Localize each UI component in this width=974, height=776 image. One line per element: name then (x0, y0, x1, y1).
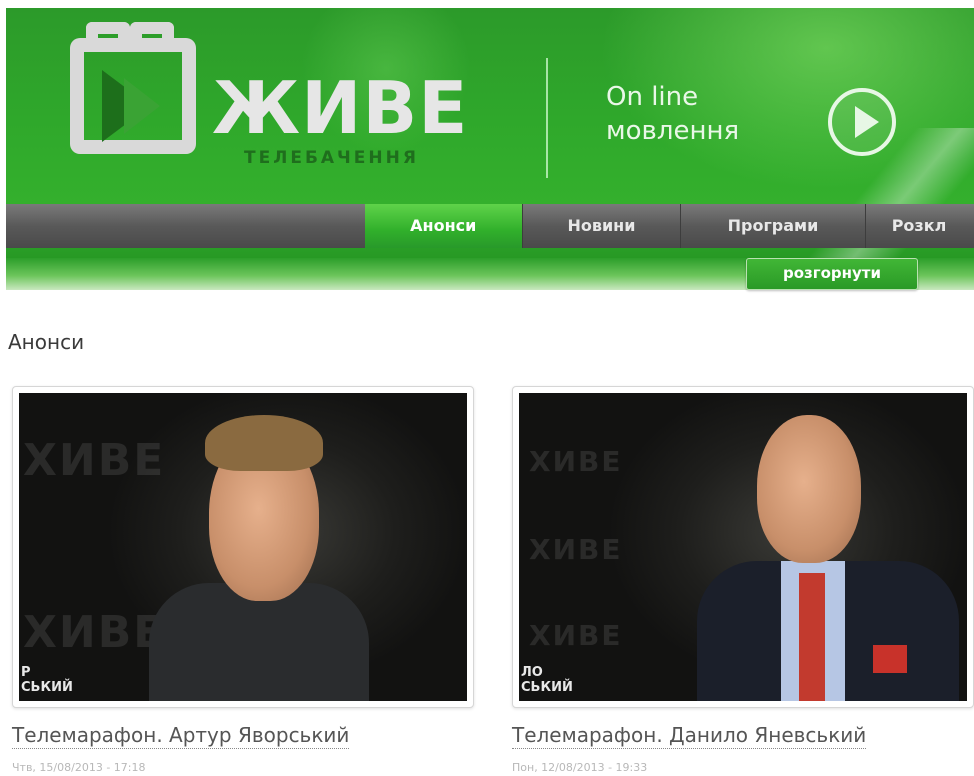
nav-item-news[interactable]: Новини (521, 204, 681, 248)
card-title-link[interactable]: Телемарафон. Данило Яневський (512, 722, 867, 749)
necktie (799, 573, 825, 701)
pocket-square (873, 645, 907, 673)
watermark-text: ХИВЕ (23, 435, 166, 486)
site-header: ЖИВЕ ТЕЛЕБАЧЕННЯ On line мовлення Анонси… (6, 8, 974, 290)
expand-button[interactable]: розгорнути (746, 258, 918, 290)
announcement-card: ХИВЕ ХИВЕ ХИВЕ ЛО СЬКИЙ Телемарафон. Дан… (512, 386, 974, 774)
lower-third-caption: Р СЬКИЙ (21, 665, 73, 695)
online-line1: On line (606, 82, 699, 112)
site-logo[interactable]: ЖИВЕ ТЕЛЕБАЧЕННЯ (66, 22, 486, 168)
lower-third-caption: ЛО СЬКИЙ (521, 665, 573, 695)
watermark-text: ХИВЕ (529, 445, 623, 478)
card-thumbnail: ХИВЕ ХИВЕ Р СЬКИЙ (19, 393, 467, 701)
logo-subtitle: ТЕЛЕБАЧЕННЯ (244, 148, 419, 168)
play-icon (855, 106, 879, 138)
logo-word: ЖИВЕ (212, 66, 469, 150)
nav-item-announcements[interactable]: Анонси (364, 204, 522, 248)
watermark-text: ХИВЕ (529, 533, 623, 566)
person-hair (205, 415, 323, 471)
page-title: Анонси (8, 330, 85, 354)
card-title-link[interactable]: Телемарафон. Артур Яворський (12, 722, 350, 749)
online-line2: мовлення (606, 116, 740, 146)
card-thumbnail: ХИВЕ ХИВЕ ХИВЕ ЛО СЬКИЙ (519, 393, 967, 701)
header-swoosh (794, 128, 974, 278)
card-thumbnail-frame[interactable]: ХИВЕ ХИВЕ ХИВЕ ЛО СЬКИЙ (512, 386, 974, 708)
watermark-text: ХИВЕ (23, 607, 166, 658)
online-broadcast-label[interactable]: On line мовлення (606, 80, 739, 148)
card-date: Чтв, 15/08/2013 - 17:18 (12, 761, 146, 774)
card-thumbnail-frame[interactable]: ХИВЕ ХИВЕ Р СЬКИЙ (12, 386, 474, 708)
watermark-text: ХИВЕ (529, 619, 623, 652)
main-nav: Анонси Новини Програми Розкл (6, 204, 974, 248)
nav-item-schedule[interactable]: Розкл (864, 204, 974, 248)
nav-item-programs[interactable]: Програми (680, 204, 864, 248)
person-head (757, 415, 861, 563)
header-divider (546, 58, 548, 178)
announcement-card: ХИВЕ ХИВЕ Р СЬКИЙ Телемарафон. Артур Яво… (12, 386, 474, 774)
card-date: Пон, 12/08/2013 - 19:33 (512, 761, 648, 774)
play-button[interactable] (828, 88, 896, 156)
logo-tv-icon (70, 22, 196, 154)
